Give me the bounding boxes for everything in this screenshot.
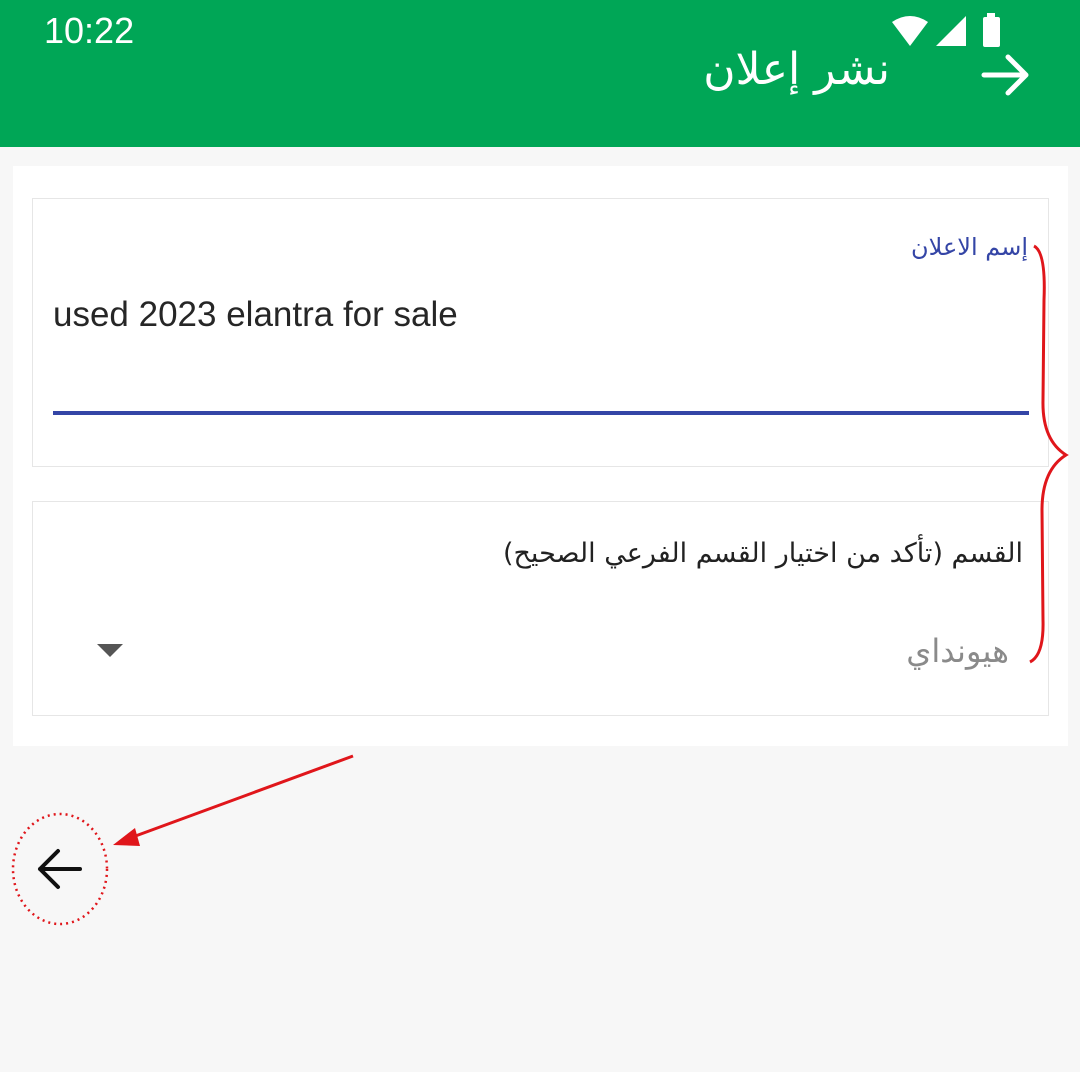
page-title: نشر إعلان — [703, 44, 890, 95]
ad-name-input[interactable] — [53, 285, 1029, 345]
status-time: 10:22 — [44, 10, 135, 51]
back-arrow-icon[interactable] — [14, 814, 106, 924]
dropdown-arrow-icon — [97, 644, 123, 657]
wifi-icon — [892, 16, 928, 46]
battery-icon — [983, 13, 1000, 47]
signal-icon — [936, 16, 966, 46]
annotation-arrow-line — [129, 754, 354, 840]
app-bar: 10:22 نشر إعلان — [0, 0, 1080, 147]
form-panel: إسم الاعلان القسم (تأكد من اختيار القسم … — [13, 166, 1068, 746]
category-card: القسم (تأكد من اختيار القسم الفرعي الصحي… — [32, 501, 1049, 716]
annotation-arrowhead — [113, 828, 140, 846]
ad-name-label: إسم الاعلان — [911, 233, 1028, 261]
category-dropdown[interactable]: هيونداي — [73, 620, 1023, 680]
category-label: القسم (تأكد من اختيار القسم الفرعي الصحي… — [502, 538, 1023, 569]
ad-name-card: إسم الاعلان — [32, 198, 1049, 467]
forward-arrow-icon[interactable] — [978, 50, 1034, 100]
status-icons — [892, 13, 1000, 47]
ad-name-underline — [53, 411, 1029, 415]
category-selected-value: هيونداي — [906, 632, 1009, 670]
